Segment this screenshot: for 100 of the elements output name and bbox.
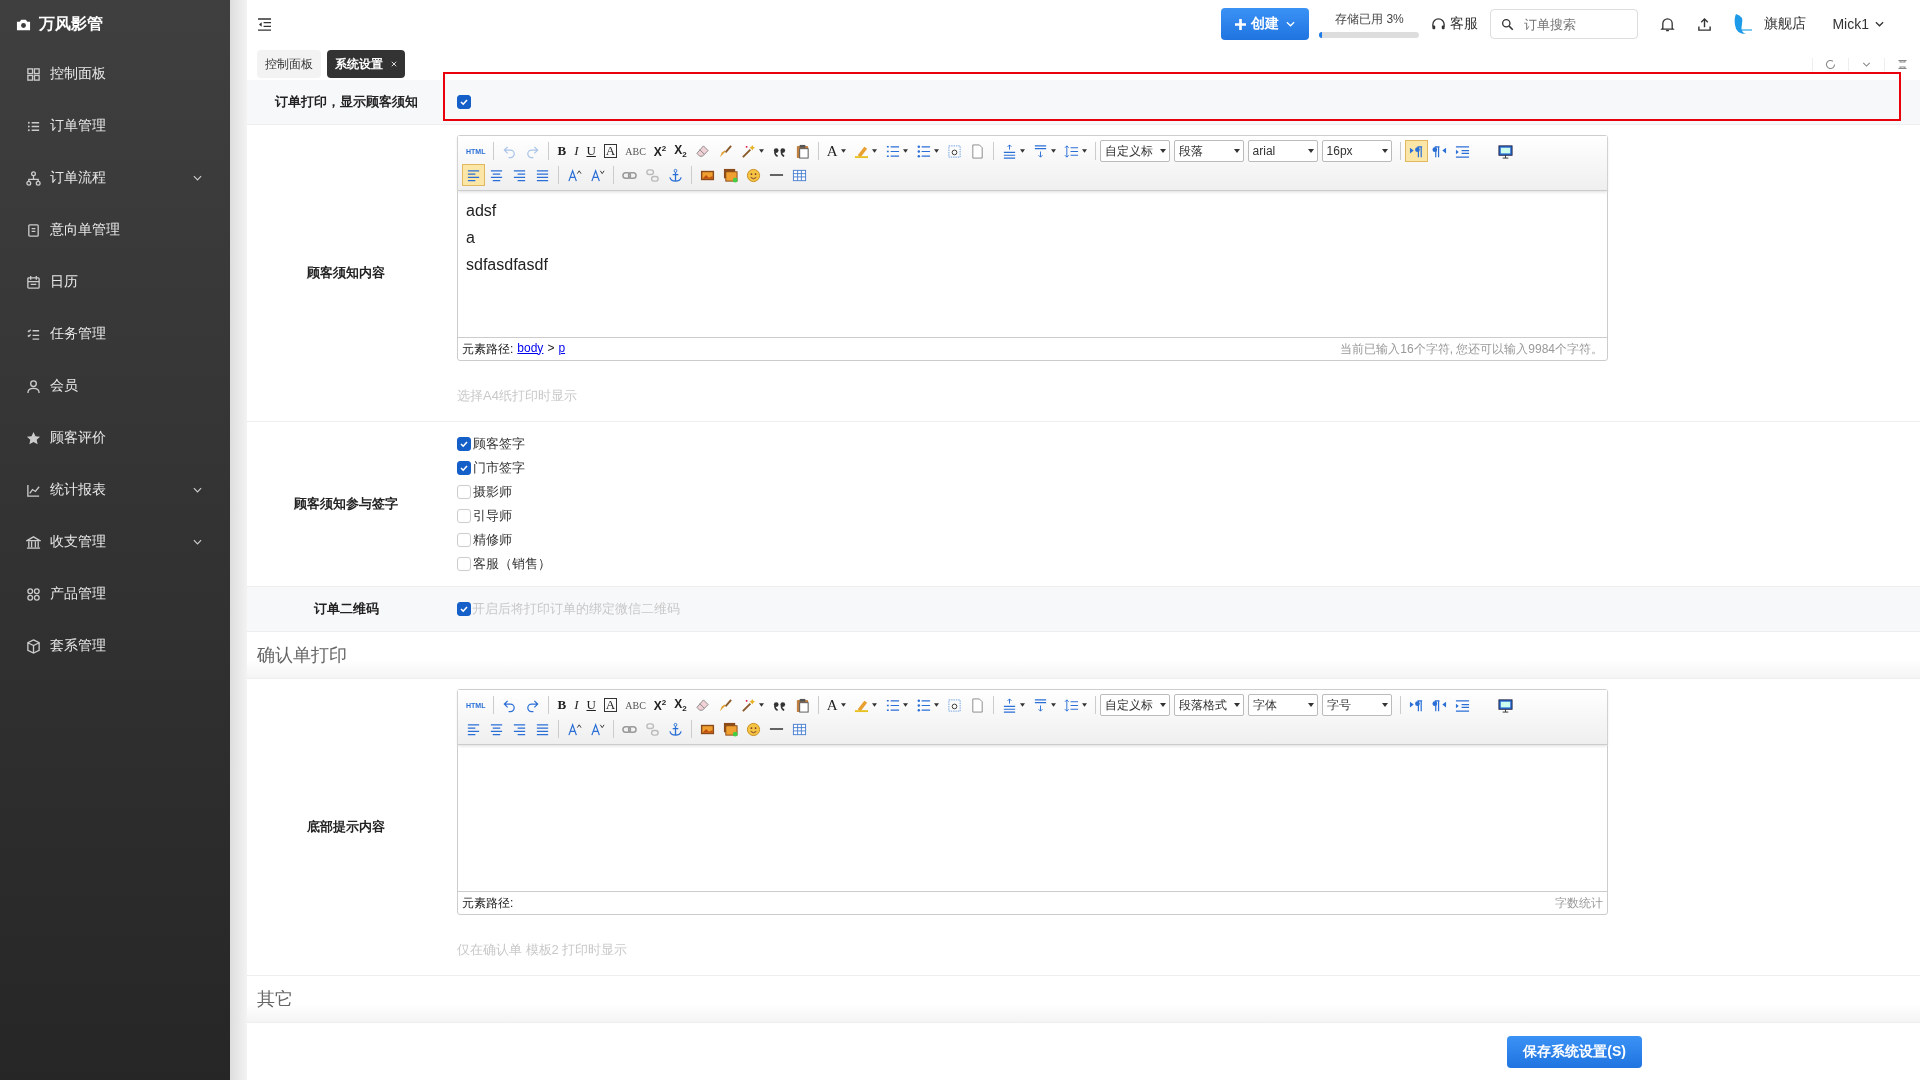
paragraph-left-icon — [1431, 143, 1447, 159]
bold-button[interactable]: B — [553, 694, 571, 716]
chevron-down-icon — [193, 487, 202, 493]
sidebar-item[interactable]: 统计报表 — [0, 464, 230, 516]
calendar-icon — [26, 274, 41, 290]
toolbar-dropdown[interactable]: 自定义标 — [1099, 694, 1170, 716]
support-link[interactable]: 客服 — [1450, 15, 1479, 33]
strikethrough-button[interactable]: ABC — [621, 694, 650, 716]
sidebar-item[interactable]: 订单流程 — [0, 152, 230, 204]
eraser-icon — [694, 143, 710, 159]
checkmark-icon — [459, 97, 469, 107]
spacing-above-icon — [1001, 143, 1017, 159]
checkbox-label[interactable]: 客服（销售） — [473, 555, 551, 573]
anchor-icon — [668, 721, 683, 737]
search-field[interactable]: 订单搜索 — [1490, 9, 1639, 39]
caret-icon — [1381, 703, 1388, 707]
monitor-icon — [1497, 143, 1513, 159]
close-icon[interactable] — [391, 61, 397, 67]
editor-text: adsf — [466, 201, 498, 221]
toolbar-dropdown[interactable]: 字体 — [1247, 694, 1318, 716]
boxed-text-button[interactable]: A — [599, 140, 622, 162]
caret-icon — [840, 703, 846, 707]
checkmark-icon — [459, 439, 469, 449]
user-menu[interactable]: Mick1 — [1832, 16, 1884, 32]
italic-button[interactable]: I — [570, 140, 583, 162]
font-color-button[interactable]: A — [822, 694, 850, 716]
toolbar-dropdown[interactable]: 字号 — [1321, 694, 1392, 716]
editor-body[interactable]: adsf a sdfasdfasdf — [458, 191, 1607, 337]
bank-icon — [26, 534, 41, 550]
create-button[interactable]: 创建 — [1221, 8, 1310, 40]
upload-icon[interactable] — [1697, 16, 1713, 32]
sidebar-item[interactable]: 顾客评价 — [0, 412, 230, 464]
path-link[interactable]: p — [558, 340, 566, 358]
caret-icon — [933, 703, 939, 707]
spacing-below-icon — [1032, 697, 1048, 713]
font-color-button[interactable]: A — [822, 140, 850, 162]
page-tab[interactable]: 控制面板 — [257, 50, 321, 78]
subscript-button[interactable]: X$_{2}$ — [670, 140, 691, 162]
sidebar-item[interactable]: 收支管理 — [0, 516, 230, 568]
element-path-label: 元素路径: — [462, 340, 514, 358]
sidebar-item[interactable]: 产品管理 — [0, 568, 230, 620]
headset-icon[interactable] — [1431, 16, 1447, 32]
sidebar-item[interactable]: 任务管理 — [0, 308, 230, 360]
sidebar-item[interactable]: 意向单管理 — [0, 204, 230, 256]
checkbox-label[interactable]: 引导师 — [473, 507, 512, 525]
character-count: 字数统计 — [1555, 894, 1603, 912]
toolbar-dropdown[interactable]: arial — [1247, 140, 1318, 162]
dotted-box-icon — [946, 697, 962, 713]
superscript-button[interactable]: X$^{2}$ — [649, 140, 671, 162]
superscript-button[interactable]: X$^{2}$ — [649, 694, 671, 716]
clipboard-icon — [794, 143, 810, 159]
toolbar-dropdown[interactable]: 段落 — [1173, 140, 1244, 162]
toolbar-dropdown[interactable]: 自定义标 — [1099, 140, 1170, 162]
caret-icon — [1050, 149, 1056, 153]
search-icon — [1501, 18, 1515, 31]
monitor-icon — [1497, 697, 1513, 713]
checkbox-label[interactable]: 顾客签字 — [473, 435, 525, 453]
toolbar-dropdown[interactable]: 段落格式 — [1173, 694, 1244, 716]
element-path-label: 元素路径: — [462, 894, 514, 912]
sidebar-item[interactable]: 日历 — [0, 256, 230, 308]
checkbox[interactable] — [457, 602, 471, 616]
paragraph-right-button[interactable] — [1404, 140, 1428, 162]
underline-button[interactable]: U — [582, 694, 600, 716]
menu-icon[interactable] — [257, 17, 272, 31]
checkbox[interactable] — [457, 461, 471, 475]
italic-button[interactable]: I — [570, 694, 583, 716]
subscript-button[interactable]: X$_{2}$ — [670, 694, 691, 716]
character-count: 当前已输入16个字符, 您还可以输入9984个字符。 — [1340, 340, 1603, 358]
sidebar-item[interactable]: 订单管理 — [0, 100, 230, 152]
boxed-text-button[interactable]: A — [599, 694, 622, 716]
sidebar-item[interactable]: 套系管理 — [0, 620, 230, 672]
path-link[interactable]: body — [517, 340, 544, 358]
magic-wand-icon — [740, 697, 756, 713]
save-button[interactable]: 保存系统设置(S) — [1507, 1035, 1642, 1068]
checkbox-label[interactable]: 精修师 — [473, 531, 512, 549]
checkbox[interactable] — [457, 437, 471, 451]
editor-text: sdfasdfasdf — [466, 255, 549, 275]
chevron-down-icon — [1286, 21, 1296, 27]
align-left-button[interactable] — [462, 164, 485, 186]
strikethrough-button[interactable]: ABC — [621, 140, 650, 162]
page-tab[interactable]: 系统设置 — [327, 50, 405, 78]
sidebar-item[interactable]: 控制面板 — [0, 48, 230, 100]
bold-button[interactable]: B — [553, 140, 571, 162]
bell-icon[interactable] — [1660, 16, 1676, 32]
caret-icon — [1233, 149, 1240, 153]
align-right-icon — [512, 721, 527, 737]
caret-icon — [1050, 703, 1056, 707]
table-grid-icon — [792, 167, 807, 183]
toolbar-dropdown[interactable]: 16px — [1321, 140, 1392, 162]
document-icon — [26, 222, 41, 238]
checkbox[interactable] — [457, 95, 471, 109]
checkbox-label[interactable]: 门市签字 — [473, 459, 525, 477]
text-size-up-icon — [567, 167, 582, 183]
underline-button[interactable]: U — [582, 140, 600, 162]
dotted-box-icon — [946, 143, 962, 159]
sidebar-item[interactable]: 会员 — [0, 360, 230, 412]
paragraph-right-icon — [1408, 697, 1424, 713]
caret-icon — [758, 703, 764, 707]
star-icon — [26, 430, 41, 446]
checkbox-label[interactable]: 摄影师 — [473, 483, 512, 501]
